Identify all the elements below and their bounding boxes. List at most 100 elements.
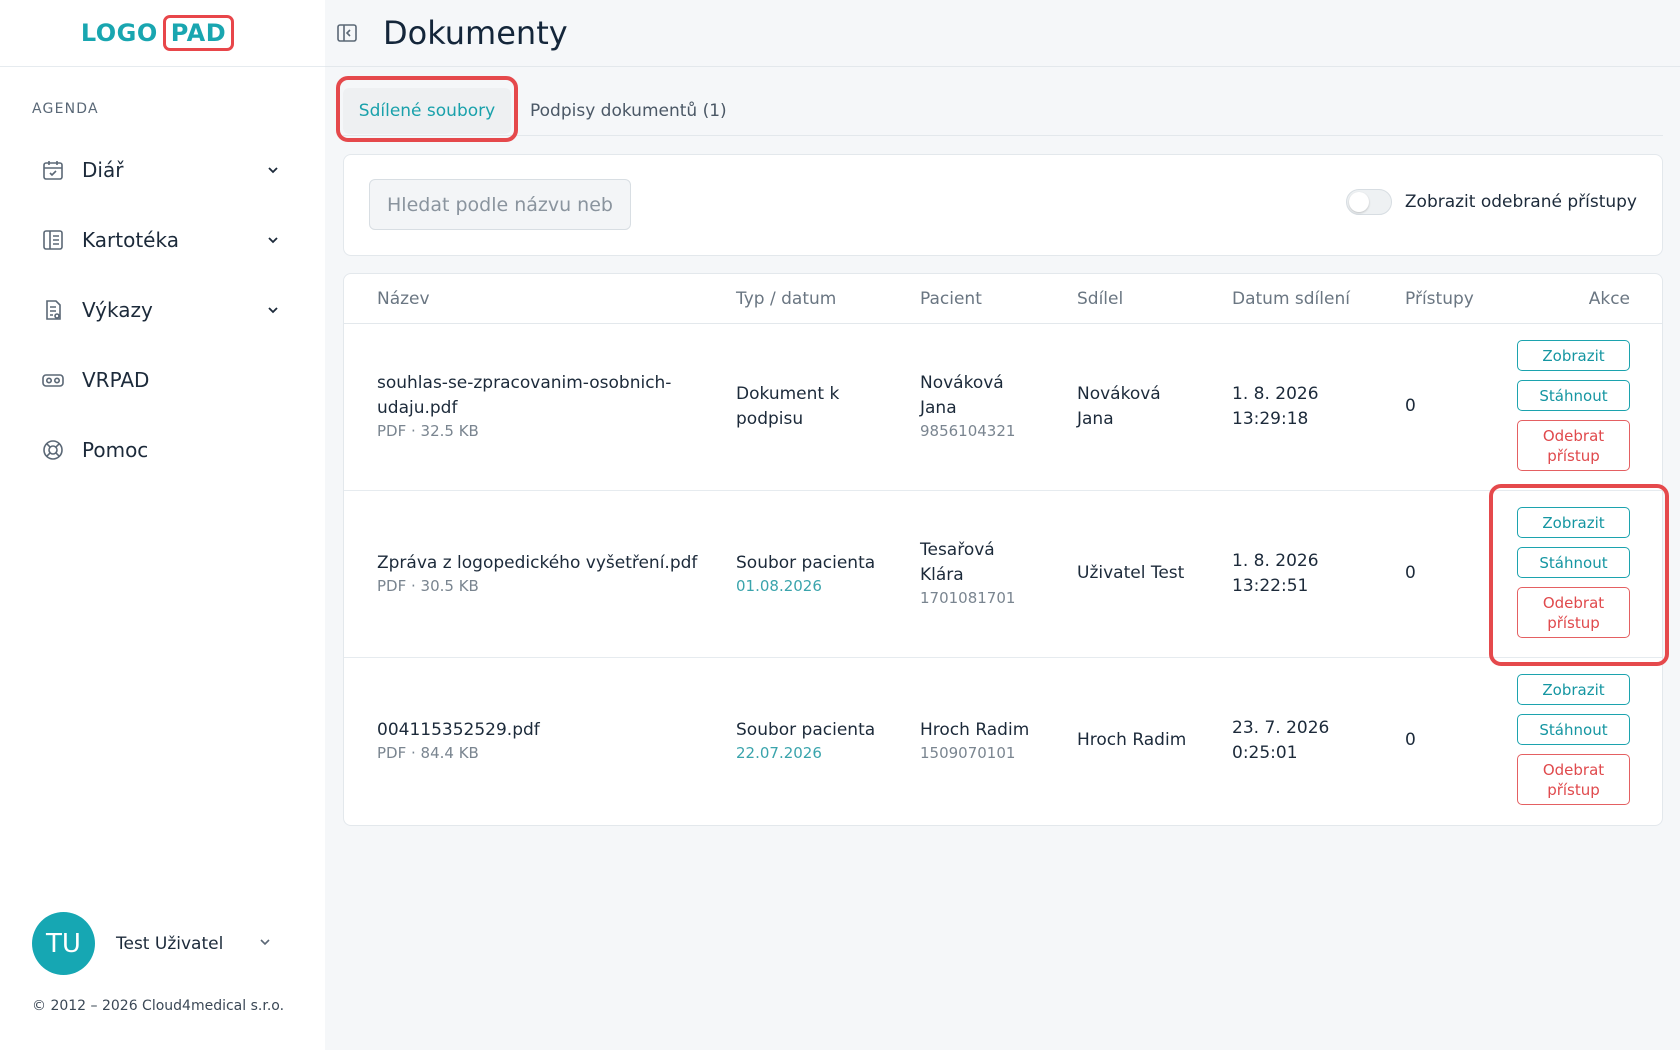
shared-by-cell: Uživatel Test [1077, 561, 1184, 586]
filter-panel: Zobrazit odebrané přístupy [343, 154, 1663, 256]
share-date: 1. 8. 2026 [1232, 384, 1319, 404]
chevron-down-icon [263, 233, 283, 247]
column-header-name[interactable]: Název [377, 274, 430, 324]
patient-name: Tesařová [920, 540, 995, 560]
sidebar-item-label: VRPAD [82, 368, 150, 392]
file-name[interactable]: souhlas-se-zpracovanim-osobnich- [377, 371, 671, 396]
file-name[interactable]: Zpráva z logopedického vyšetření.pdf [377, 551, 697, 576]
view-button[interactable]: Zobrazit [1517, 340, 1630, 371]
access-count: 0 [1405, 563, 1416, 583]
user-name: Test Uživatel [116, 933, 224, 954]
vr-headset-icon [40, 367, 66, 393]
shared-by-cell: Nováková Jana [1077, 382, 1161, 432]
document-type: Soubor pacienta [736, 720, 876, 740]
table-header: Název Typ / datum Pacient Sdílel Datum s… [344, 274, 1662, 324]
document-date: 22.07.2026 [736, 744, 822, 762]
search-input[interactable] [369, 179, 631, 230]
revoke-access-button[interactable]: Odebrat přístup [1517, 754, 1630, 805]
access-count: 0 [1405, 396, 1416, 416]
calendar-icon [40, 157, 66, 183]
type-cell: Soubor pacienta 22.07.2026 [736, 718, 875, 763]
patient-cell: Nováková Jana 9856104321 [920, 371, 1015, 441]
sidebar-item-label: Výkazy [82, 298, 153, 322]
share-time: 13:29:18 [1232, 409, 1309, 429]
shared-by-name: Hroch Radim [1077, 730, 1187, 750]
revoke-access-button[interactable]: Odebrat přístup [1517, 420, 1630, 471]
sidebar-item-vykazy[interactable]: Výkazy [0, 275, 325, 345]
user-menu[interactable]: TU Test Uživatel [32, 912, 292, 975]
patient-cell: Hroch Radim 1509070101 [920, 718, 1029, 763]
show-revoked-label: Zobrazit odebrané přístupy [1404, 192, 1637, 212]
book-icon [40, 227, 66, 253]
patient-id: 1509070101 [920, 744, 1016, 762]
revoke-access-button[interactable]: Odebrat přístup [1517, 587, 1630, 638]
show-revoked-toggle-group: Zobrazit odebrané přístupy [1345, 189, 1637, 215]
shared-by-name: Uživatel Test [1077, 563, 1185, 583]
column-header-actions: Akce [1588, 289, 1630, 309]
file-name-continued[interactable]: udaju.pdf [377, 396, 671, 421]
column-header-shared-by[interactable]: Sdílel [1077, 274, 1123, 324]
logo-text-boxed: PAD [162, 15, 235, 51]
document-type: Soubor pacienta [736, 553, 876, 573]
access-count: 0 [1405, 730, 1416, 750]
row-actions: Zobrazit Stáhnout Odebrat přístup [1517, 674, 1630, 805]
file-meta: PDF · 84.4 KB [377, 744, 479, 762]
sidebar-item-label: Diář [82, 158, 124, 182]
sidebar: LOGO PAD AGENDA Diář Kartotéka Výkazy VR… [0, 0, 325, 1050]
column-header-share-date[interactable]: Datum sdílení [1232, 274, 1350, 324]
sidebar-nav: Diář Kartotéka Výkazy VRPAD Pomoc [0, 135, 325, 485]
shared-by-name: Nováková [1077, 384, 1161, 404]
sidebar-item-label: Kartotéka [82, 228, 179, 252]
sidebar-item-pomoc[interactable]: Pomoc [0, 415, 325, 485]
logo-bar: LOGO PAD [0, 0, 325, 67]
show-revoked-toggle[interactable] [1345, 189, 1392, 215]
column-header-patient[interactable]: Pacient [920, 274, 982, 324]
patient-name: Nováková [920, 373, 1004, 393]
chevron-down-icon [258, 934, 272, 953]
column-header-type[interactable]: Typ / datum [736, 274, 836, 324]
patient-name: Hroch Radim [920, 720, 1030, 740]
table-row: 004115352529.pdf PDF · 84.4 KB Soubor pa… [344, 658, 1662, 825]
sidebar-item-kartoteka[interactable]: Kartotéka [0, 205, 325, 275]
logo[interactable]: LOGO PAD [80, 15, 235, 51]
logo-text-primary: LOGO [80, 19, 158, 47]
document-type-continued: podpisu [736, 409, 804, 429]
file-name-cell: 004115352529.pdf PDF · 84.4 KB [377, 718, 540, 763]
sidebar-item-diar[interactable]: Diář [0, 135, 325, 205]
sidebar-collapse-icon[interactable] [335, 21, 359, 45]
page-title: Dokumenty [383, 14, 568, 52]
file-meta: PDF · 32.5 KB [377, 422, 479, 440]
download-button[interactable]: Stáhnout [1517, 380, 1630, 411]
document-date: 01.08.2026 [736, 577, 822, 595]
patient-cell: Tesařová Klára 1701081701 [920, 538, 1015, 608]
row-actions: Zobrazit Stáhnout Odebrat přístup [1517, 507, 1630, 638]
type-cell: Dokument k podpisu [736, 382, 839, 432]
chevron-down-icon [263, 163, 283, 177]
download-button[interactable]: Stáhnout [1517, 547, 1630, 578]
row-actions: Zobrazit Stáhnout Odebrat přístup [1517, 340, 1630, 471]
report-icon [40, 297, 66, 323]
share-date: 1. 8. 2026 [1232, 551, 1319, 571]
shared-by-name-continued: Jana [1077, 409, 1114, 429]
column-header-access[interactable]: Přístupy [1405, 274, 1474, 324]
document-type: Dokument k [736, 384, 840, 404]
share-date: 23. 7. 2026 [1232, 718, 1330, 738]
shared-by-cell: Hroch Radim [1077, 728, 1186, 753]
table-row: Zpráva z logopedického vyšetření.pdf PDF… [344, 491, 1662, 658]
download-button[interactable]: Stáhnout [1517, 714, 1630, 745]
share-time: 0:25:01 [1232, 743, 1298, 763]
patient-name-continued: Klára [920, 565, 964, 585]
toggle-knob [1348, 192, 1369, 212]
tab-shared-files[interactable]: Sdílené soubory [343, 88, 511, 134]
sidebar-item-vrpad[interactable]: VRPAD [0, 345, 325, 415]
patient-name-continued: Jana [920, 398, 957, 418]
view-button[interactable]: Zobrazit [1517, 674, 1630, 705]
chevron-down-icon [263, 303, 283, 317]
share-date-cell: 1. 8. 2026 13:29:18 [1232, 382, 1319, 432]
file-name[interactable]: 004115352529.pdf [377, 718, 540, 743]
lifebuoy-icon [40, 437, 66, 463]
view-button[interactable]: Zobrazit [1517, 507, 1630, 538]
copyright-footer: © 2012 – 2026 Cloud4medical s.r.o. [32, 998, 285, 1014]
type-cell: Soubor pacienta 01.08.2026 [736, 551, 875, 596]
tab-document-signatures[interactable]: Podpisy dokumentů (1) [530, 88, 727, 134]
